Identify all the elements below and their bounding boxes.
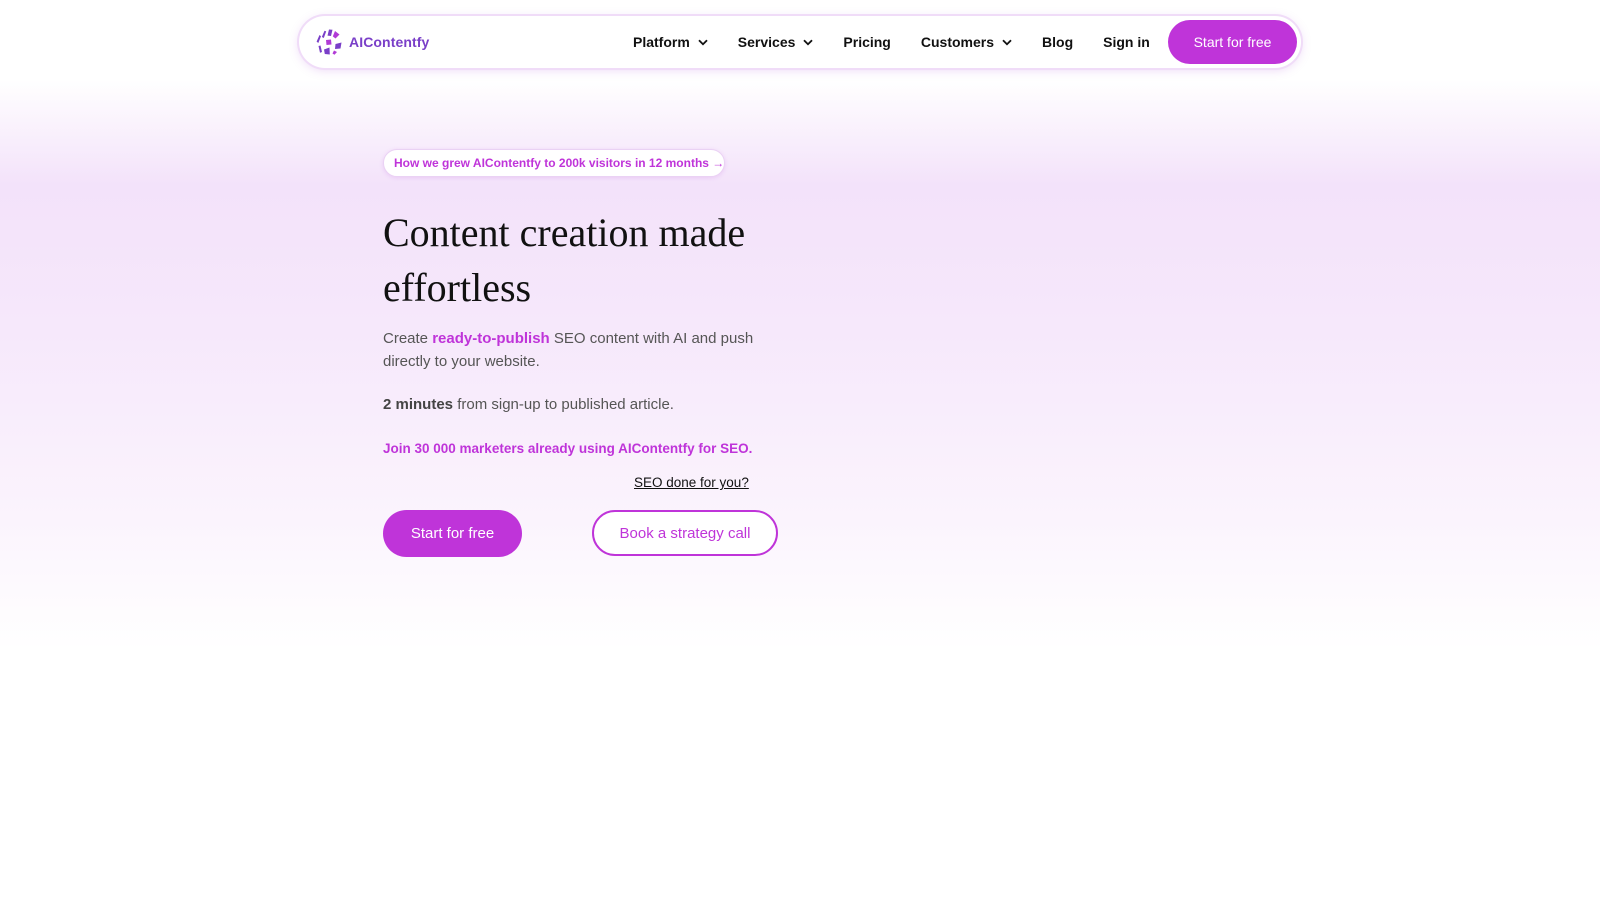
nav-links: Platform Services Pricing Customers Blog… (633, 16, 1180, 68)
nav-item-label: Sign in (1103, 34, 1150, 50)
top-navigation: AIContentfy Platform Services Pricing Cu… (299, 16, 1301, 68)
nav-item-label: Platform (633, 34, 690, 50)
chevron-down-icon (698, 39, 708, 45)
nav-item-pricing[interactable]: Pricing (843, 34, 890, 50)
nav-item-label: Customers (920, 34, 995, 50)
aicontentfy-logo-icon (316, 29, 342, 55)
timing-bold: 2 minutes (383, 396, 454, 413)
nav-start-for-free-button[interactable]: Start for free (1168, 20, 1297, 64)
subtext-highlight: ready-to-publish (432, 330, 550, 347)
nav-item-customers[interactable]: Customers (921, 34, 1012, 50)
start-for-free-button[interactable]: Start for free (383, 510, 522, 557)
hero-subtext: Create ready-to-publish SEO content with… (383, 327, 783, 373)
logo-text: AIContentfy (349, 34, 430, 50)
chevron-down-icon (1002, 39, 1012, 45)
timing-rest: from sign-up to published article. (453, 396, 674, 413)
nav-item-platform[interactable]: Platform (633, 34, 708, 50)
book-strategy-call-button[interactable]: Book a strategy call (592, 510, 778, 556)
page-title: Content creation made effortless (383, 210, 746, 310)
hero-timing: 2 minutes from sign-up to published arti… (383, 396, 674, 413)
nav-item-label: Pricing (843, 34, 891, 50)
nav-item-blog[interactable]: Blog (1042, 34, 1073, 50)
chevron-down-icon (803, 39, 814, 45)
seo-done-for-you-link[interactable]: SEO done for you? (634, 475, 749, 490)
subtext-before: Create (383, 330, 433, 347)
social-proof-text: Join 30 000 marketers already using AICo… (383, 441, 753, 456)
logo[interactable]: AIContentfy (315, 28, 429, 56)
nav-item-label: Services (737, 34, 796, 50)
nav-item-sign-in[interactable]: Sign in (1103, 34, 1150, 50)
nav-item-services[interactable]: Services (738, 34, 814, 50)
nav-item-label: Blog (1042, 34, 1074, 50)
announcement-link[interactable]: How we grew AIContentfy to 200k visitors… (383, 149, 725, 177)
hero-background (0, 0, 1600, 660)
